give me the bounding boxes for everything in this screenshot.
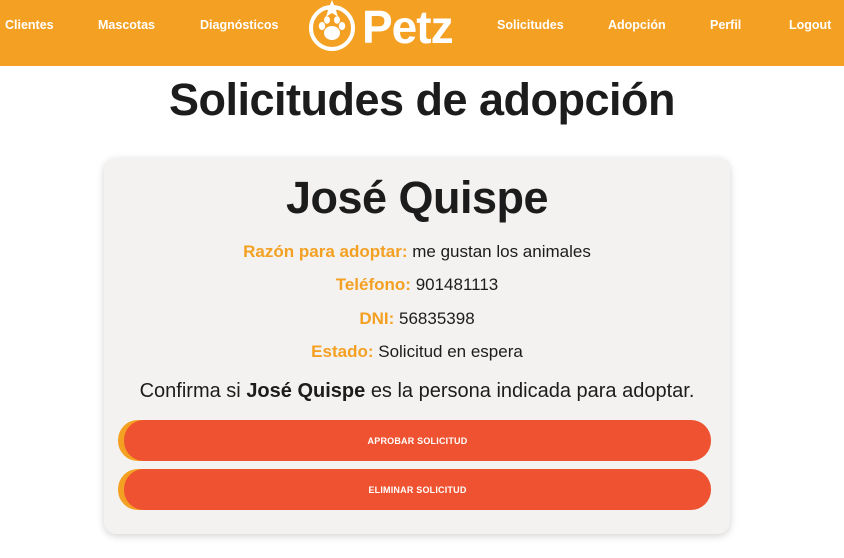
nav-adopcion-link[interactable]: Adopción xyxy=(608,18,666,32)
adoption-request-card: José Quispe Razón para adoptar: me gusta… xyxy=(104,158,730,534)
approve-request-button[interactable]: Aprobar solicitud xyxy=(124,420,711,461)
nav-mascotas-link[interactable]: Mascotas xyxy=(98,18,155,32)
paw-star-logo-icon xyxy=(309,0,355,51)
confirm-suffix: es la persona indicada para adoptar. xyxy=(370,380,695,402)
nav-perfil-link[interactable]: Perfil xyxy=(710,18,741,32)
petz-logo[interactable]: Petz xyxy=(306,0,466,56)
nav-diagnosticos-link[interactable]: Diagnósticos xyxy=(200,18,279,32)
reason-row: Razón para adoptar: me gustan los animal… xyxy=(104,242,730,262)
nav-solicitudes-link[interactable]: Solicitudes xyxy=(497,18,564,32)
logo-text: Petz xyxy=(362,1,454,53)
confirm-prefix: Confirma si xyxy=(139,380,241,402)
navbar: Clientes Mascotas Diagnósticos Petz Soli… xyxy=(0,0,844,66)
dni-row: DNI: 56835398 xyxy=(104,309,730,329)
reason-value: me gustan los animales xyxy=(412,242,591,261)
phone-label: Teléfono: xyxy=(335,275,411,294)
confirmation-text: Confirma si José Quispe es la persona in… xyxy=(104,380,730,403)
dni-value: 56835398 xyxy=(399,309,475,328)
status-row: Estado: Solicitud en espera xyxy=(104,342,730,362)
phone-value: 901481113 xyxy=(415,275,499,294)
page-title: Solicitudes de adopción xyxy=(168,74,676,125)
nav-logout-link[interactable]: Logout xyxy=(789,18,831,32)
applicant-name: José Quispe xyxy=(285,172,549,223)
status-label: Estado: xyxy=(311,342,374,361)
delete-request-button[interactable]: Eliminar solicitud xyxy=(124,469,711,510)
status-value: Solicitud en espera xyxy=(378,342,523,361)
confirm-name: José Quispe xyxy=(246,380,366,402)
reason-label: Razón para adoptar: xyxy=(243,242,408,261)
nav-clientes-link[interactable]: Clientes xyxy=(5,18,54,32)
dni-label: DNI: xyxy=(359,309,395,328)
phone-row: Teléfono: 901481113 xyxy=(104,275,730,295)
